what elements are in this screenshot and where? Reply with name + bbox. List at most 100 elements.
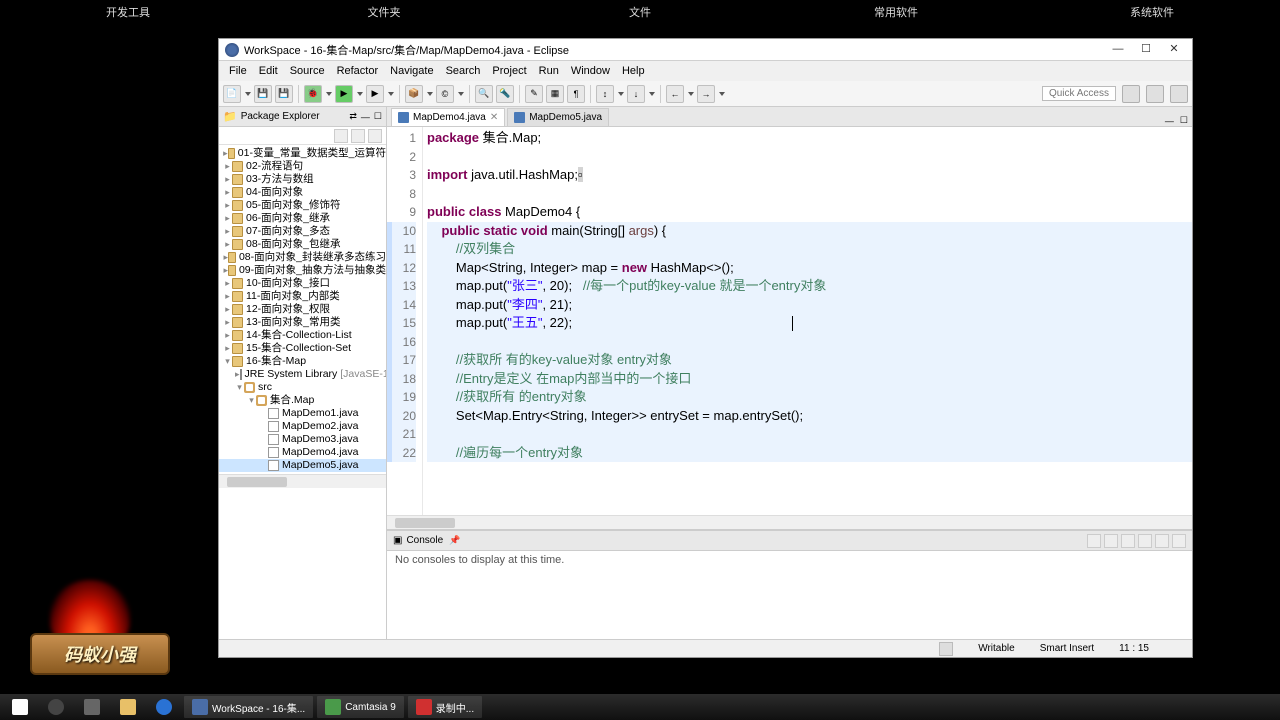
tree-item[interactable]: ▸07-面向对象_多态 xyxy=(219,225,386,238)
quick-access[interactable]: Quick Access xyxy=(1042,86,1116,101)
desktop-cat[interactable]: 系统软件 xyxy=(1024,4,1280,20)
menu-search[interactable]: Search xyxy=(440,63,487,79)
code-editor[interactable]: 1238910111213141516171819202122 package … xyxy=(387,127,1192,515)
run-last-button[interactable]: ▶ xyxy=(366,85,384,103)
maximize-button[interactable]: ☐ xyxy=(1132,42,1160,58)
tree-item[interactable]: ▾16-集合-Map xyxy=(219,355,386,368)
tree-item[interactable]: ▸08-面向对象_封装继承多态练习 xyxy=(219,251,386,264)
tree-item[interactable]: ▸11-面向对象_内部类 xyxy=(219,290,386,303)
tree-item[interactable]: MapDemo1.java xyxy=(219,407,386,420)
taskbar-eclipse[interactable]: WorkSpace - 16-集... xyxy=(184,696,313,718)
console-clear-button[interactable] xyxy=(1087,534,1101,548)
pinned-explorer[interactable] xyxy=(112,696,144,718)
tree-item[interactable]: MapDemo4.java xyxy=(219,446,386,459)
perspective-open-button[interactable] xyxy=(1122,85,1140,103)
tree-item[interactable]: ▸03-方法与数组 xyxy=(219,173,386,186)
start-button[interactable] xyxy=(4,696,36,718)
tree-item[interactable]: ▸06-面向对象_继承 xyxy=(219,212,386,225)
link-with-editor-icon[interactable]: ⇄ xyxy=(349,111,357,122)
menu-edit[interactable]: Edit xyxy=(253,63,284,79)
line-number-gutter[interactable]: 1238910111213141516171819202122 xyxy=(387,127,423,515)
editor-minimize-icon[interactable]: — xyxy=(1165,116,1174,126)
desktop-cat[interactable]: 文件 xyxy=(512,4,768,20)
view-minimize-icon[interactable]: — xyxy=(361,112,370,122)
new-package-button[interactable]: 📦 xyxy=(405,85,423,103)
new-button[interactable]: 📄 xyxy=(223,85,241,103)
desktop-cat[interactable]: 开发工具 xyxy=(0,4,256,20)
explorer-hscrollbar[interactable] xyxy=(219,474,386,488)
save-all-button[interactable]: 💾 xyxy=(275,85,293,103)
link-editor-button[interactable] xyxy=(351,129,365,143)
view-maximize-icon[interactable]: ☐ xyxy=(374,111,382,122)
tree-item[interactable]: ▾集合.Map xyxy=(219,394,386,407)
tree-item[interactable]: ▸09-面向对象_抽象方法与抽象类 xyxy=(219,264,386,277)
view-menu-button[interactable] xyxy=(368,129,382,143)
menu-run[interactable]: Run xyxy=(533,63,565,79)
tree-item[interactable]: ▸01-变量_常量_数据类型_运算符 xyxy=(219,147,386,160)
desktop-cat[interactable]: 文件夹 xyxy=(256,4,512,20)
code-area[interactable]: package 集合.Map; import java.util.HashMap… xyxy=(423,127,1192,515)
tree-item[interactable]: ▸05-面向对象_修饰符 xyxy=(219,199,386,212)
toggle-mark-button[interactable]: ✎ xyxy=(525,85,543,103)
tree-item[interactable]: MapDemo2.java xyxy=(219,420,386,433)
status-cursor-pos: 11 : 15 xyxy=(1119,643,1149,654)
desktop-cat[interactable]: 常用软件 xyxy=(768,4,1024,20)
menu-refactor[interactable]: Refactor xyxy=(331,63,385,79)
titlebar[interactable]: WorkSpace - 16-集合-Map/src/集合/Map/MapDemo… xyxy=(219,39,1192,61)
cortana-icon[interactable] xyxy=(40,696,72,718)
console-display-button[interactable] xyxy=(1121,534,1135,548)
tree-item[interactable]: ▸14-集合-Collection-List xyxy=(219,329,386,342)
console-scroll-lock-button[interactable] xyxy=(1104,534,1118,548)
tree-item[interactable]: ▸JRE System Library [JavaSE-1.8] xyxy=(219,368,386,381)
back-button[interactable]: ← xyxy=(666,85,684,103)
minimize-button[interactable]: — xyxy=(1104,42,1132,58)
tree-item[interactable]: ▸10-面向对象_接口 xyxy=(219,277,386,290)
tree-item[interactable]: MapDemo5.java xyxy=(219,459,386,472)
next-annotation-button[interactable]: ↓ xyxy=(627,85,645,103)
tree-item[interactable]: ▸13-面向对象_常用类 xyxy=(219,316,386,329)
annotation-nav-button[interactable]: ↕ xyxy=(596,85,614,103)
editor-tab-active[interactable]: MapDemo4.java ✕ xyxy=(391,108,505,126)
pinned-browser[interactable] xyxy=(148,696,180,718)
editor-hscrollbar[interactable] xyxy=(387,515,1192,529)
perspective-java-button[interactable] xyxy=(1146,85,1164,103)
tree-item[interactable]: ▸12-面向对象_权限 xyxy=(219,303,386,316)
menu-help[interactable]: Help xyxy=(616,63,651,79)
task-view-icon[interactable] xyxy=(76,696,108,718)
tree-item[interactable]: MapDemo3.java xyxy=(219,433,386,446)
tree-item[interactable]: ▸08-面向对象_包继承 xyxy=(219,238,386,251)
tree-item[interactable]: ▸02-流程语句 xyxy=(219,160,386,173)
menu-navigate[interactable]: Navigate xyxy=(384,63,439,79)
console-max-button[interactable] xyxy=(1172,534,1186,548)
search-button[interactable]: 🔦 xyxy=(496,85,514,103)
forward-button[interactable]: → xyxy=(697,85,715,103)
taskbar-camtasia[interactable]: Camtasia 9 xyxy=(317,696,404,718)
save-button[interactable]: 💾 xyxy=(254,85,272,103)
status-icon[interactable] xyxy=(939,642,953,656)
pin-console-icon[interactable]: 📌 xyxy=(449,535,460,546)
project-tree[interactable]: ▸01-变量_常量_数据类型_运算符▸02-流程语句▸03-方法与数组▸04-面… xyxy=(219,145,386,474)
menu-window[interactable]: Window xyxy=(565,63,616,79)
tree-item[interactable]: ▸15-集合-Collection-Set xyxy=(219,342,386,355)
taskbar-recording[interactable]: 录制中... xyxy=(408,696,482,718)
run-button[interactable]: ▶ xyxy=(335,85,353,103)
console-open-button[interactable] xyxy=(1138,534,1152,548)
menu-file[interactable]: File xyxy=(223,63,253,79)
menu-project[interactable]: Project xyxy=(486,63,532,79)
close-button[interactable]: ✕ xyxy=(1160,42,1188,58)
tree-item[interactable]: ▸04-面向对象 xyxy=(219,186,386,199)
open-type-button[interactable]: 🔍 xyxy=(475,85,493,103)
tree-item[interactable]: ▾src xyxy=(219,381,386,394)
editor-maximize-icon[interactable]: ☐ xyxy=(1180,115,1188,126)
new-class-button[interactable]: © xyxy=(436,85,454,103)
toolbar: 📄 💾 💾 🐞 ▶ ▶ 📦 © 🔍 🔦 ✎ ▦ ¶ ↕ ↓ ← → Quick … xyxy=(219,81,1192,107)
console-min-button[interactable] xyxy=(1155,534,1169,548)
tab-close-icon[interactable]: ✕ xyxy=(490,112,498,123)
block-select-button[interactable]: ▦ xyxy=(546,85,564,103)
editor-tab[interactable]: MapDemo5.java xyxy=(507,108,609,126)
collapse-all-button[interactable] xyxy=(334,129,348,143)
perspective-debug-button[interactable] xyxy=(1170,85,1188,103)
menu-source[interactable]: Source xyxy=(284,63,331,79)
debug-button[interactable]: 🐞 xyxy=(304,85,322,103)
show-whitespace-button[interactable]: ¶ xyxy=(567,85,585,103)
